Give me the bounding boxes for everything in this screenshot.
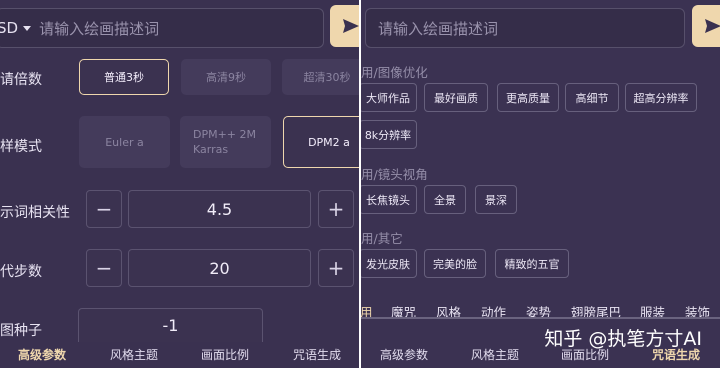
tag-item[interactable]: 最好画质 — [424, 83, 488, 112]
cfg-minus-button[interactable]: − — [86, 190, 122, 228]
tag-item[interactable]: 完美的脸 — [424, 249, 486, 278]
steps-minus-button[interactable]: − — [86, 249, 122, 287]
chevron-down-icon[interactable] — [23, 25, 32, 31]
upscale-option-normal[interactable]: 普通3秒 — [79, 59, 169, 95]
section-title-image-optimize: 用/图像优化 — [361, 65, 428, 80]
tag-item[interactable]: 精致的五官 — [495, 249, 569, 278]
send-button[interactable] — [330, 5, 359, 47]
sampler-option-dpm2-a[interactable]: DPM2 a — [283, 116, 359, 168]
bottom-tab-bar: 高级参数 风格主题 画面比例 咒语生成 — [0, 342, 359, 368]
cfg-value[interactable]: 4.5 — [128, 190, 311, 228]
seed-label: 图种子 — [0, 323, 42, 339]
sampler-label: 样模式 — [0, 139, 42, 155]
steps-plus-button[interactable]: + — [318, 249, 354, 287]
tag-item[interactable]: 大师作品 — [361, 83, 417, 112]
tab-style-theme[interactable]: 风格主题 — [471, 346, 519, 363]
tab-aspect-ratio[interactable]: 画面比例 — [201, 346, 249, 363]
tab-style-theme[interactable]: 风格主题 — [110, 346, 158, 363]
watermark: 知乎 @执笔方寸AI — [544, 328, 702, 350]
prompt-placeholder: 请输入绘画描述词 — [378, 19, 499, 38]
section-title-camera-view: 用/镜头视角 — [361, 167, 428, 182]
prompt-search-bar[interactable]: 请输入绘画描述词 — [365, 8, 685, 48]
upscale-option-hd[interactable]: 高清9秒 — [181, 59, 271, 95]
tag-item[interactable]: 8k分辨率 — [361, 120, 417, 149]
prompt-placeholder: 请输入绘画描述词 — [39, 19, 160, 38]
steps-value[interactable]: 20 — [128, 249, 311, 287]
tag-item[interactable]: 长焦镜头 — [361, 185, 417, 214]
tag-item[interactable]: 发光皮肤 — [361, 249, 417, 278]
sampler-option-euler-a[interactable]: Euler a — [79, 116, 170, 168]
category-divider — [361, 317, 720, 319]
model-selector[interactable]: SD — [0, 19, 18, 37]
tab-advanced-params[interactable]: 高级参数 — [380, 346, 428, 363]
prompt-search-bar[interactable]: SD 请输入绘画描述词 — [0, 8, 324, 48]
section-title-other: 用/其它 — [361, 231, 403, 246]
seed-input[interactable]: -1 — [78, 308, 263, 342]
cfg-label: 示词相关性 — [0, 205, 70, 221]
tag-item[interactable]: 超高分辨率 — [625, 83, 697, 112]
tag-item[interactable]: 高细节 — [565, 83, 619, 112]
sampler-option-dpm2m-karras[interactable]: DPM++ 2M Karras — [180, 116, 271, 168]
tag-item[interactable]: 景深 — [475, 185, 517, 214]
send-icon — [343, 19, 359, 33]
tag-item[interactable]: 全景 — [424, 185, 466, 214]
cfg-plus-button[interactable]: + — [318, 190, 354, 228]
tab-prompt-generate[interactable]: 咒语生成 — [293, 346, 341, 363]
upscale-label: 请倍数 — [0, 72, 42, 88]
right-panel: 请输入绘画描述词 用/图像优化 大师作品 最好画质 更高质量 高细节 超高分辨率… — [361, 0, 720, 368]
upscale-option-uhd[interactable]: 超清30秒 — [282, 59, 359, 95]
send-button[interactable] — [692, 5, 720, 47]
tag-item[interactable]: 更高质量 — [497, 83, 559, 112]
steps-label: 代步数 — [0, 264, 42, 280]
send-icon — [705, 19, 720, 33]
left-panel: SD 请输入绘画描述词 请倍数 普通3秒 高清9秒 超清30秒 样模式 Eule… — [0, 0, 359, 368]
tab-advanced-params[interactable]: 高级参数 — [18, 346, 66, 363]
